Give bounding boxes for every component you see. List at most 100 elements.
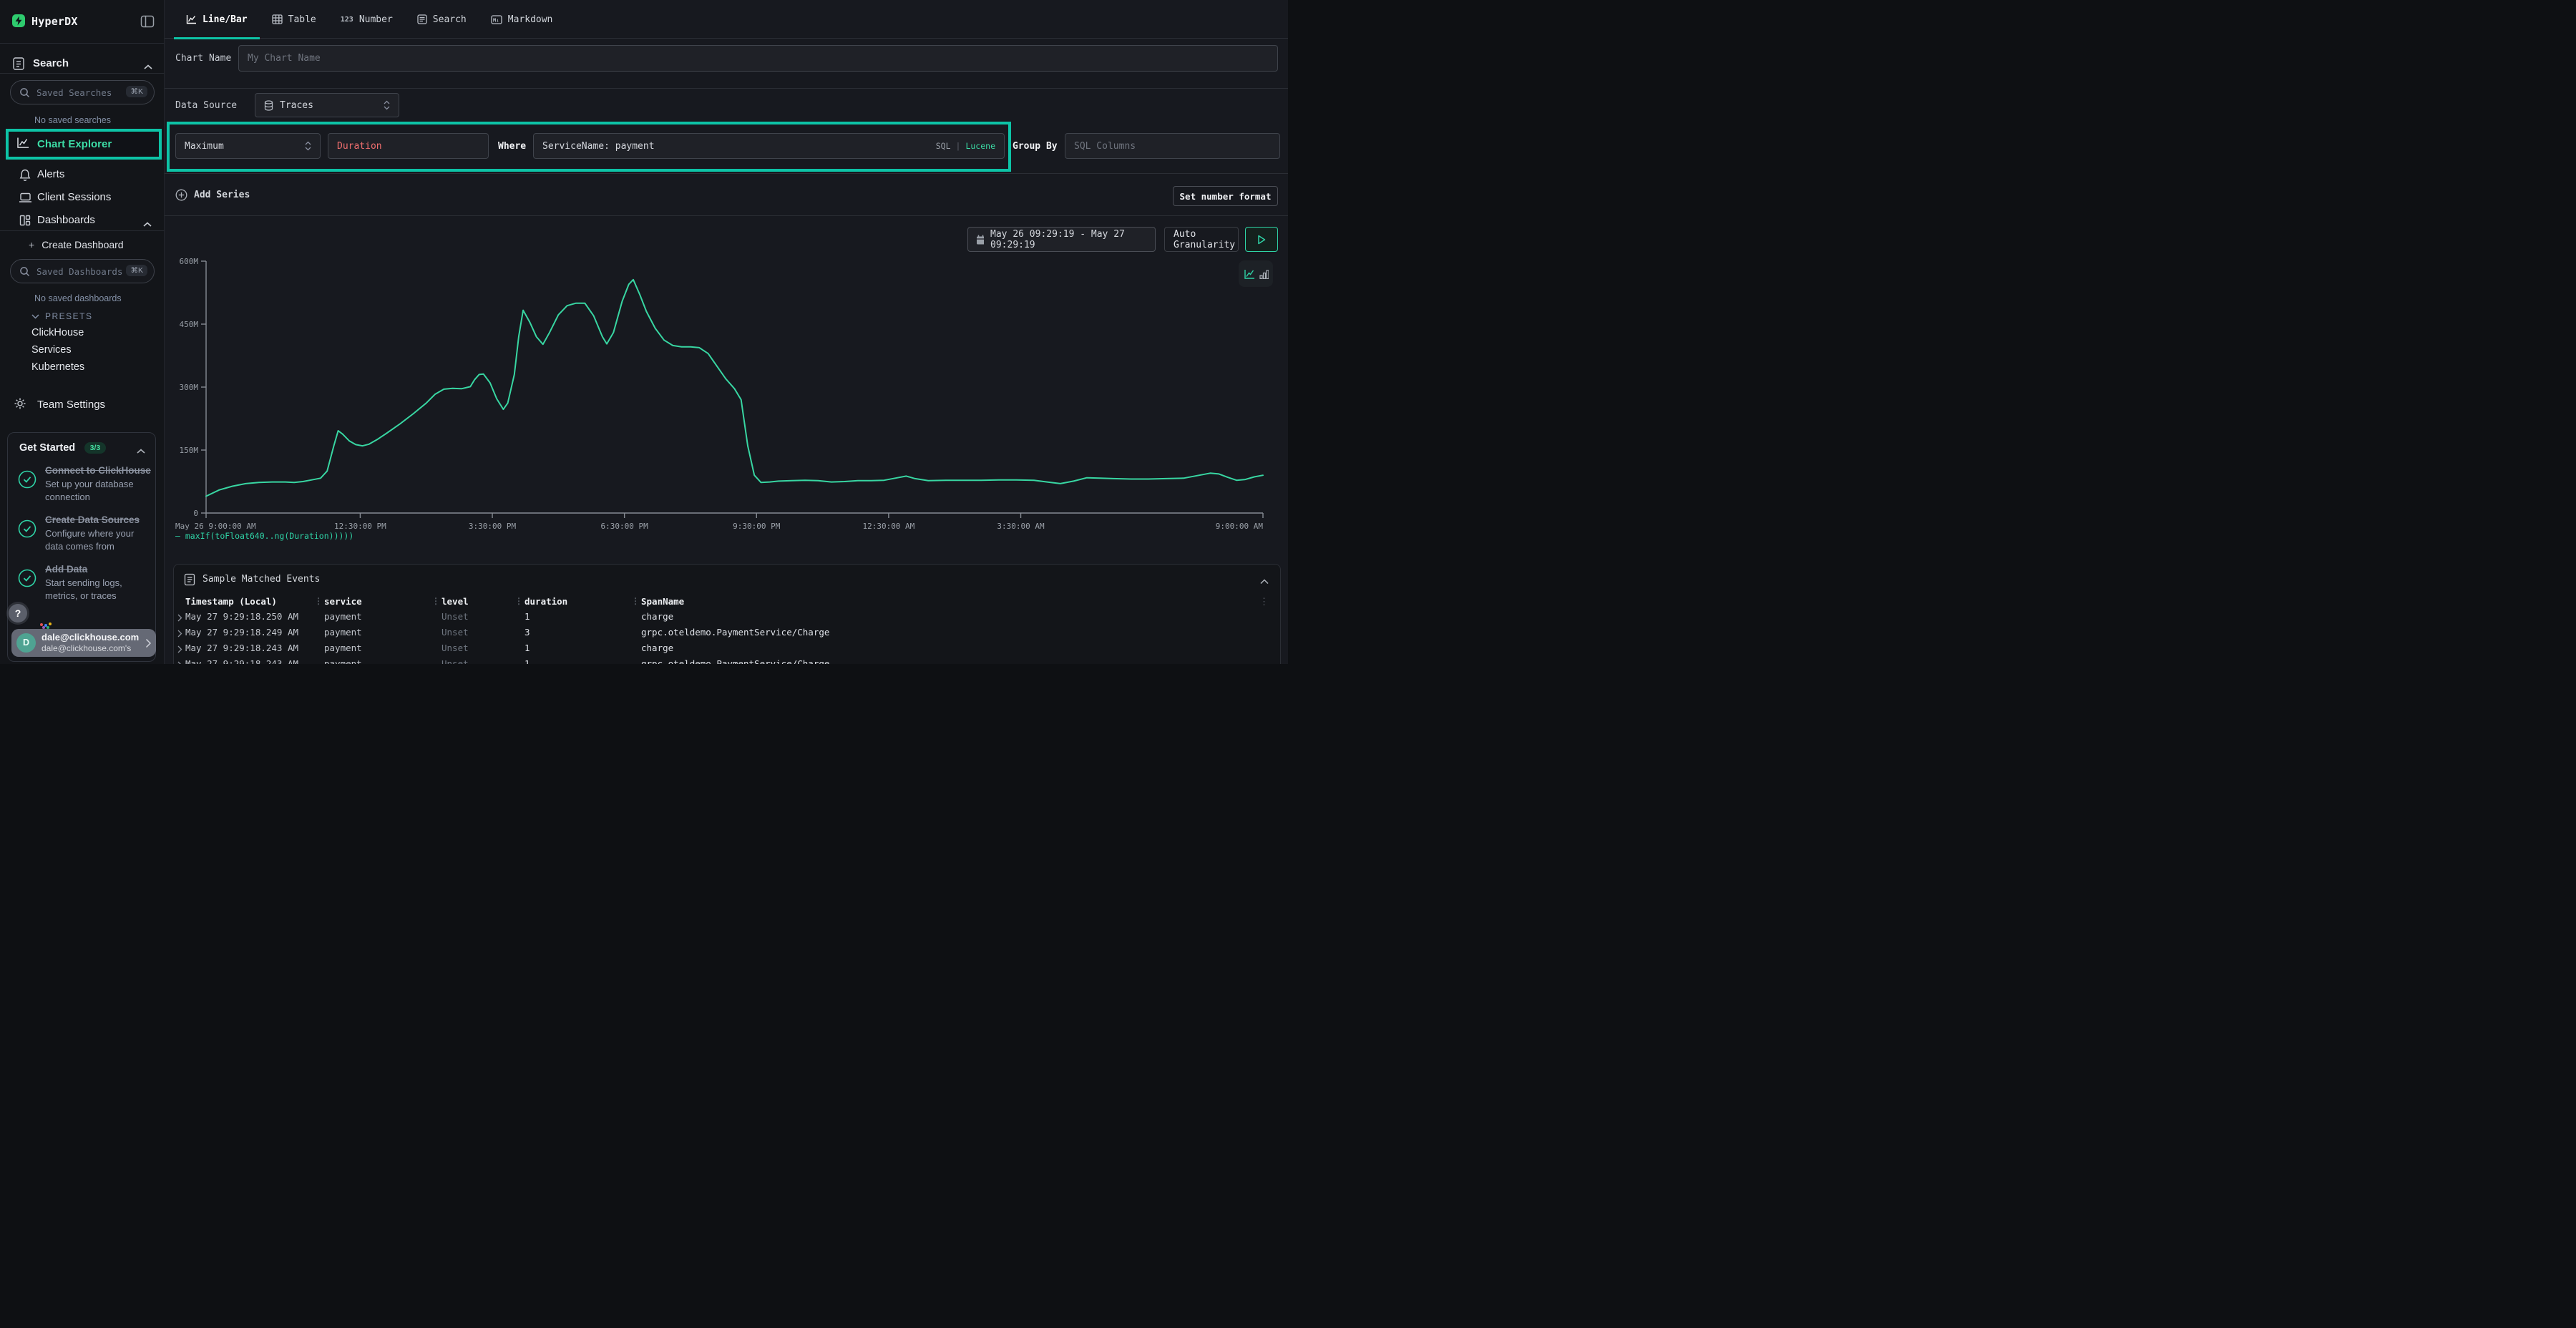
chevron-up-icon[interactable] (137, 445, 145, 458)
aggregation-value: Maximum (185, 141, 298, 152)
tab-line-bar[interactable]: Line/Bar (174, 0, 260, 39)
tab-label: Line/Bar (203, 14, 248, 25)
aggregation-select[interactable]: Maximum (175, 133, 321, 159)
table-row[interactable]: May 27 9:29:18.243 AM payment Unset 1 gr… (174, 658, 1280, 664)
add-series-button[interactable]: Add Series (175, 189, 250, 201)
set-number-format-button[interactable]: Set number format (1173, 186, 1278, 206)
app-window: HyperDX Search ⌘K No saved searches (0, 0, 1288, 664)
divider (165, 215, 1288, 216)
group-by-label: Group By (1013, 141, 1058, 152)
chart-legend: — maxIf(toFloat640..ng(Duration))))) (175, 531, 353, 541)
confetti-icon (40, 623, 43, 626)
saved-searches-search[interactable]: ⌘K (10, 80, 155, 104)
get-started-item[interactable]: Create Data Sources Configure where your… (8, 507, 155, 556)
cell-duration: 1 (525, 611, 530, 622)
sidebar-item-team-settings[interactable]: Team Settings (0, 396, 165, 415)
chevron-up-icon (144, 61, 152, 74)
divider (0, 230, 165, 231)
cell-level: Unset (441, 658, 469, 664)
hyperdx-logo-icon (11, 14, 26, 31)
table-row[interactable]: May 27 9:29:18.249 AM payment Unset 3 gr… (174, 627, 1280, 641)
tab-table[interactable]: Table (260, 0, 328, 39)
chart-name-input[interactable] (238, 45, 1278, 72)
data-source-select[interactable]: Traces (255, 93, 399, 117)
lucene-option[interactable]: Lucene (965, 141, 995, 151)
chevron-right-icon[interactable] (177, 629, 182, 640)
column-header-timestamp[interactable]: Timestamp (Local) (185, 596, 277, 607)
column-handle-icon[interactable]: ⋮ (631, 596, 640, 606)
chevron-right-icon[interactable] (177, 660, 182, 664)
field-select[interactable]: Duration (328, 133, 489, 159)
sidebar-item-dashboards[interactable]: Dashboards (0, 212, 165, 230)
table-row[interactable]: May 27 9:29:18.243 AM payment Unset 1 ch… (174, 643, 1280, 657)
sidebar-item-chart-explorer[interactable]: Chart Explorer (9, 132, 159, 157)
presets-toggle[interactable]: PRESETS (31, 311, 93, 321)
preset-kubernetes[interactable]: Kubernetes (31, 361, 84, 373)
cell-spanname: charge (641, 611, 673, 622)
get-started-item-title: Add Data (45, 563, 151, 576)
svg-text:300M: 300M (180, 383, 199, 392)
cell-spanname: grpc.oteldemo.PaymentService/Charge (641, 658, 829, 664)
sidebar-section-search[interactable]: Search (0, 54, 165, 74)
column-handle-icon[interactable]: ⋮ (314, 596, 323, 606)
plus-icon: + (29, 239, 34, 250)
cell-spanname: grpc.oteldemo.PaymentService/Charge (641, 627, 829, 638)
where-input[interactable]: ServiceName: payment SQL|Lucene (533, 133, 1005, 159)
sidebar-item-label: Dashboards (37, 214, 95, 226)
duration-chart[interactable]: 0150M300M450M600MMay 26 9:00:00 AM12:30:… (172, 256, 1277, 531)
legend-swatch: — (175, 531, 180, 541)
sql-option[interactable]: SQL (936, 141, 951, 151)
divider (0, 73, 165, 74)
preset-services[interactable]: Services (31, 344, 72, 356)
get-started-item[interactable]: Add Data Start sending logs, metrics, or… (8, 556, 155, 605)
saved-searches-input[interactable] (36, 81, 122, 104)
column-header-duration[interactable]: duration (525, 596, 567, 607)
column-header-service[interactable]: service (324, 596, 362, 607)
search-icon (19, 87, 30, 102)
kbd-shortcut: ⌘K (126, 86, 147, 97)
no-saved-searches-text: No saved searches (34, 115, 111, 125)
date-range-picker[interactable]: May 26 09:29:19 - May 27 09:29:19 (967, 227, 1156, 252)
column-header-level[interactable]: level (441, 596, 469, 607)
saved-dashboards-input[interactable] (36, 260, 122, 283)
table-icon (272, 14, 283, 24)
create-dashboard-label: Create Dashboard (42, 239, 123, 250)
chevron-right-icon[interactable] (177, 613, 182, 624)
tab-markdown[interactable]: M↓ Markdown (479, 0, 565, 39)
create-dashboard-button[interactable]: + Create Dashboard (29, 239, 124, 250)
cell-duration: 1 (525, 658, 530, 664)
sidebar-item-alerts[interactable]: Alerts (0, 166, 165, 185)
tab-label: Number (359, 14, 393, 25)
preset-clickhouse[interactable]: ClickHouse (31, 327, 84, 338)
help-button[interactable]: ? (9, 604, 27, 622)
sidebar-item-label: Team Settings (37, 399, 105, 411)
column-handle-icon[interactable]: ⋮ (431, 596, 440, 606)
user-email: dale@clickhouse.com (42, 632, 139, 643)
group-by-input[interactable] (1065, 133, 1280, 159)
get-started-item[interactable]: Connect to ClickHouse Set up your databa… (8, 457, 155, 507)
search-list-icon (417, 14, 427, 24)
column-handle-icon[interactable]: ⋮ (514, 596, 523, 606)
sidebar-item-client-sessions[interactable]: Client Sessions (0, 189, 165, 208)
sidebar-item-label: Client Sessions (37, 191, 111, 203)
user-menu[interactable]: D dale@clickhouse.com dale@clickhouse.co… (11, 629, 156, 657)
chevron-right-icon[interactable] (177, 645, 182, 655)
cell-duration: 1 (525, 643, 530, 653)
events-table-header: Timestamp (Local) ⋮ service ⋮ level ⋮ du… (174, 596, 1280, 609)
svg-text:May 26 9:00:00 AM: May 26 9:00:00 AM (175, 522, 256, 531)
saved-dashboards-search[interactable]: ⌘K (10, 259, 155, 283)
query-language-switch[interactable]: SQL|Lucene (936, 141, 995, 151)
tab-label: Table (288, 14, 316, 25)
chevron-up-icon[interactable] (1260, 575, 1269, 588)
tab-search[interactable]: Search (405, 0, 479, 39)
tab-number[interactable]: 123 Number (328, 0, 405, 39)
chart-name-label: Chart Name (175, 53, 231, 64)
svg-text:600M: 600M (180, 257, 199, 266)
search-doc-icon (12, 57, 25, 74)
granularity-select[interactable]: Auto Granularity (1164, 227, 1239, 252)
table-row[interactable]: May 27 9:29:18.250 AM payment Unset 1 ch… (174, 611, 1280, 625)
sidebar-collapse-icon[interactable] (140, 14, 155, 29)
column-header-spanname[interactable]: SpanName (641, 596, 684, 607)
where-value: ServiceName: payment (542, 141, 655, 152)
run-query-button[interactable] (1245, 227, 1278, 252)
